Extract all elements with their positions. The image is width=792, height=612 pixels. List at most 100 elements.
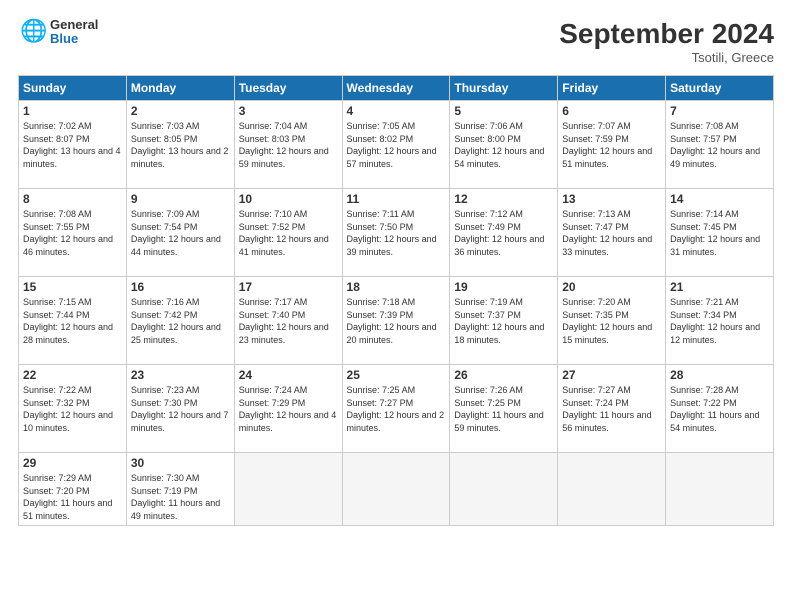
calendar: Sunday Monday Tuesday Wednesday Thursday… [18, 75, 774, 526]
calendar-cell: 30 Sunrise: 7:30 AMSunset: 7:19 PMDayligh… [126, 453, 234, 526]
calendar-cell: 28Sunrise: 7:28 AMSunset: 7:22 PMDayligh… [666, 365, 774, 453]
calendar-cell [234, 453, 342, 526]
day-info: Sunrise: 7:08 AMSunset: 7:55 PMDaylight:… [23, 208, 122, 258]
day-number: 19 [454, 280, 553, 294]
day-info: Sunrise: 7:26 AMSunset: 7:25 PMDaylight:… [454, 384, 553, 434]
day-info: Sunrise: 7:03 AMSunset: 8:05 PMDaylight:… [131, 120, 230, 170]
day-info: Sunrise: 7:12 AMSunset: 7:49 PMDaylight:… [454, 208, 553, 258]
calendar-cell: 20 Sunrise: 7:20 AMSunset: 7:35 PMDayligh… [558, 277, 666, 365]
calendar-cell: 29Sunrise: 7:29 AMSunset: 7:20 PMDayligh… [19, 453, 127, 526]
day-number: 5 [454, 104, 553, 118]
day-info: Sunrise: 7:09 AMSunset: 7:54 PMDaylight:… [131, 208, 230, 258]
calendar-cell: 19Sunrise: 7:19 AMSunset: 7:37 PMDayligh… [450, 277, 558, 365]
day-info: Sunrise: 7:13 AMSunset: 7:47 PMDaylight:… [562, 208, 661, 258]
day-info: Sunrise: 7:02 AMSunset: 8:07 PMDaylight:… [23, 120, 122, 170]
day-number: 4 [347, 104, 446, 118]
day-number: 14 [670, 192, 769, 206]
calendar-cell: 4 Sunrise: 7:05 AMSunset: 8:02 PMDaylight… [342, 101, 450, 189]
day-number: 1 [23, 104, 122, 118]
day-number: 13 [562, 192, 661, 206]
day-number: 9 [131, 192, 230, 206]
day-info: Sunrise: 7:08 AMSunset: 7:57 PMDaylight:… [670, 120, 769, 170]
day-number: 20 [562, 280, 661, 294]
day-info: Sunrise: 7:18 AMSunset: 7:39 PMDaylight:… [347, 296, 446, 346]
svg-text:🌐: 🌐 [20, 18, 46, 43]
day-number: 12 [454, 192, 553, 206]
col-monday: Monday [126, 76, 234, 101]
title-section: September 2024 Tsotili, Greece [559, 18, 774, 65]
calendar-cell: 14 Sunrise: 7:14 AMSunset: 7:45 PMDayligh… [666, 189, 774, 277]
day-number: 29 [23, 456, 122, 470]
calendar-cell: 27 Sunrise: 7:27 AMSunset: 7:24 PMDayligh… [558, 365, 666, 453]
col-sunday: Sunday [19, 76, 127, 101]
calendar-cell: 13 Sunrise: 7:13 AMSunset: 7:47 PMDayligh… [558, 189, 666, 277]
logo-general: General [50, 18, 98, 32]
calendar-cell: 3 Sunrise: 7:04 AMSunset: 8:03 PMDaylight… [234, 101, 342, 189]
calendar-cell: 10 Sunrise: 7:10 AMSunset: 7:52 PMDayligh… [234, 189, 342, 277]
day-number: 16 [131, 280, 230, 294]
day-number: 7 [670, 104, 769, 118]
calendar-cell [558, 453, 666, 526]
day-info: Sunrise: 7:20 AMSunset: 7:35 PMDaylight:… [562, 296, 661, 346]
logo: 🌐 General Blue [18, 18, 98, 47]
day-info: Sunrise: 7:05 AMSunset: 8:02 PMDaylight:… [347, 120, 446, 170]
calendar-cell: 21Sunrise: 7:21 AMSunset: 7:34 PMDayligh… [666, 277, 774, 365]
day-number: 6 [562, 104, 661, 118]
calendar-cell: 15Sunrise: 7:15 AMSunset: 7:44 PMDayligh… [19, 277, 127, 365]
day-info: Sunrise: 7:22 AMSunset: 7:32 PMDaylight:… [23, 384, 122, 434]
calendar-cell: 9 Sunrise: 7:09 AMSunset: 7:54 PMDaylight… [126, 189, 234, 277]
col-friday: Friday [558, 76, 666, 101]
day-info: Sunrise: 7:16 AMSunset: 7:42 PMDaylight:… [131, 296, 230, 346]
day-number: 30 [131, 456, 230, 470]
calendar-cell: 12 Sunrise: 7:12 AMSunset: 7:49 PMDayligh… [450, 189, 558, 277]
calendar-cell: 1 Sunrise: 7:02 AMSunset: 8:07 PMDaylight… [19, 101, 127, 189]
col-wednesday: Wednesday [342, 76, 450, 101]
day-number: 10 [239, 192, 338, 206]
calendar-cell: 24 Sunrise: 7:24 AMSunset: 7:29 PMDayligh… [234, 365, 342, 453]
day-info: Sunrise: 7:27 AMSunset: 7:24 PMDaylight:… [562, 384, 661, 434]
logo-blue: Blue [50, 32, 98, 46]
calendar-cell [342, 453, 450, 526]
day-info: Sunrise: 7:23 AMSunset: 7:30 PMDaylight:… [131, 384, 230, 434]
calendar-cell: 17Sunrise: 7:17 AMSunset: 7:40 PMDayligh… [234, 277, 342, 365]
day-number: 23 [131, 368, 230, 382]
day-number: 26 [454, 368, 553, 382]
day-number: 3 [239, 104, 338, 118]
day-info: Sunrise: 7:24 AMSunset: 7:29 PMDaylight:… [239, 384, 338, 434]
calendar-cell [450, 453, 558, 526]
calendar-cell: 22 Sunrise: 7:22 AMSunset: 7:32 PMDayligh… [19, 365, 127, 453]
day-number: 28 [670, 368, 769, 382]
calendar-cell: 8 Sunrise: 7:08 AMSunset: 7:55 PMDaylight… [19, 189, 127, 277]
calendar-cell: 5 Sunrise: 7:06 AMSunset: 8:00 PMDaylight… [450, 101, 558, 189]
location: Tsotili, Greece [559, 50, 774, 65]
day-number: 11 [347, 192, 446, 206]
col-tuesday: Tuesday [234, 76, 342, 101]
col-thursday: Thursday [450, 76, 558, 101]
day-info: Sunrise: 7:14 AMSunset: 7:45 PMDaylight:… [670, 208, 769, 258]
day-info: Sunrise: 7:07 AMSunset: 7:59 PMDaylight:… [562, 120, 661, 170]
day-number: 24 [239, 368, 338, 382]
calendar-cell: 11 Sunrise: 7:11 AMSunset: 7:50 PMDayligh… [342, 189, 450, 277]
month-title: September 2024 [559, 18, 774, 50]
calendar-cell: 7 Sunrise: 7:08 AMSunset: 7:57 PMDaylight… [666, 101, 774, 189]
calendar-cell: 25Sunrise: 7:25 AMSunset: 7:27 PMDayligh… [342, 365, 450, 453]
day-info: Sunrise: 7:11 AMSunset: 7:50 PMDaylight:… [347, 208, 446, 258]
calendar-cell: 2Sunrise: 7:03 AMSunset: 8:05 PMDaylight… [126, 101, 234, 189]
calendar-cell: 18Sunrise: 7:18 AMSunset: 7:39 PMDayligh… [342, 277, 450, 365]
day-number: 27 [562, 368, 661, 382]
day-info: Sunrise: 7:21 AMSunset: 7:34 PMDaylight:… [670, 296, 769, 346]
page-header: 🌐 General Blue September 2024 Tsotili, G… [18, 18, 774, 65]
day-info: Sunrise: 7:04 AMSunset: 8:03 PMDaylight:… [239, 120, 338, 170]
calendar-cell [666, 453, 774, 526]
day-info: Sunrise: 7:06 AMSunset: 8:00 PMDaylight:… [454, 120, 553, 170]
calendar-cell: 26 Sunrise: 7:26 AMSunset: 7:25 PMDayligh… [450, 365, 558, 453]
day-number: 25 [347, 368, 446, 382]
day-number: 22 [23, 368, 122, 382]
calendar-header-row: Sunday Monday Tuesday Wednesday Thursday… [19, 76, 774, 101]
col-saturday: Saturday [666, 76, 774, 101]
calendar-cell: 16 Sunrise: 7:16 AMSunset: 7:42 PMDayligh… [126, 277, 234, 365]
day-info: Sunrise: 7:30 AMSunset: 7:19 PMDaylight:… [131, 472, 230, 522]
day-info: Sunrise: 7:10 AMSunset: 7:52 PMDaylight:… [239, 208, 338, 258]
day-number: 8 [23, 192, 122, 206]
day-info: Sunrise: 7:17 AMSunset: 7:40 PMDaylight:… [239, 296, 338, 346]
